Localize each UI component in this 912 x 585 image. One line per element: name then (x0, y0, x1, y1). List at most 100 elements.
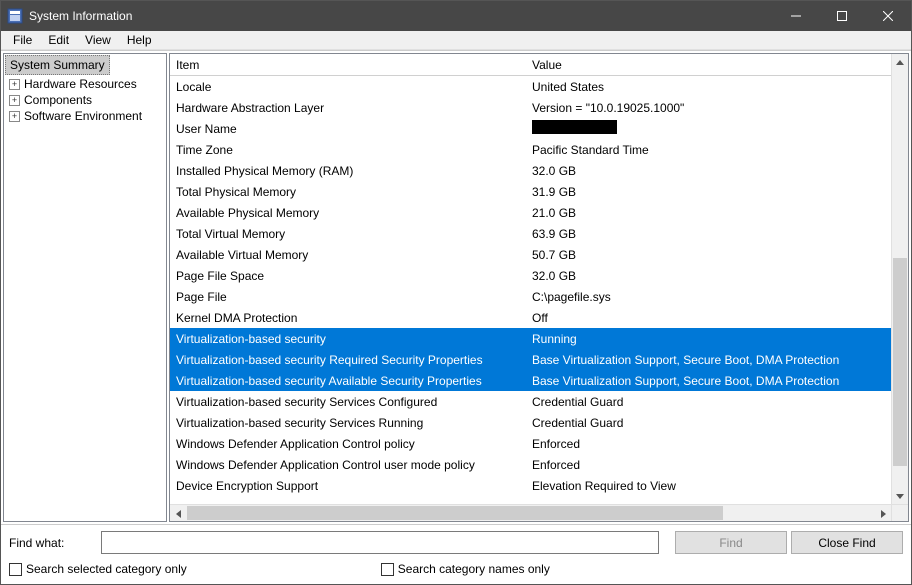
scrollbar-track[interactable] (187, 505, 874, 521)
window-title: System Information (29, 9, 773, 23)
cell-value: 31.9 GB (526, 185, 891, 199)
list-row[interactable]: Windows Defender Application Control use… (170, 454, 891, 475)
list-viewport: Item Value LocaleUnited StatesHardware A… (170, 54, 891, 521)
tree-label: Hardware Resources (24, 77, 137, 91)
close-button[interactable] (865, 1, 911, 31)
list-body[interactable]: LocaleUnited StatesHardware Abstraction … (170, 76, 891, 504)
checkbox-label: Search category names only (398, 562, 550, 576)
checkbox-icon[interactable] (9, 563, 22, 576)
list-row[interactable]: Windows Defender Application Control pol… (170, 433, 891, 454)
tree-label: Components (24, 93, 92, 107)
tree-label: Software Environment (24, 109, 142, 123)
cell-item: Hardware Abstraction Layer (170, 101, 526, 115)
list-row[interactable]: Available Physical Memory21.0 GB (170, 202, 891, 223)
tree-node-software[interactable]: + Software Environment (5, 108, 165, 124)
cell-item: Virtualization-based security (170, 332, 526, 346)
cell-value: Elevation Required to View (526, 479, 891, 493)
expand-icon[interactable]: + (9, 111, 20, 122)
cell-value: 21.0 GB (526, 206, 891, 220)
scroll-right-icon[interactable] (874, 505, 891, 521)
find-input[interactable] (101, 531, 659, 554)
tree-node-components[interactable]: + Components (5, 92, 165, 108)
menu-file[interactable]: File (5, 32, 40, 48)
details-list: Item Value LocaleUnited StatesHardware A… (169, 53, 909, 522)
list-row[interactable]: Total Virtual Memory63.9 GB (170, 223, 891, 244)
scroll-left-icon[interactable] (170, 505, 187, 521)
list-row[interactable]: Virtualization-based securityRunning (170, 328, 891, 349)
scrollbar-thumb[interactable] (187, 506, 723, 520)
list-row[interactable]: Virtualization-based security Required S… (170, 349, 891, 370)
cell-value: 50.7 GB (526, 248, 891, 262)
cell-value (526, 120, 891, 137)
list-row[interactable]: Virtualization-based security Available … (170, 370, 891, 391)
list-row[interactable]: Hardware Abstraction LayerVersion = "10.… (170, 97, 891, 118)
scrollbar-thumb[interactable] (893, 258, 907, 466)
find-panel: Find what: Find Close Find Search select… (1, 524, 911, 584)
cell-item: Page File (170, 290, 526, 304)
cell-value: Credential Guard (526, 395, 891, 409)
cell-item: Virtualization-based security Services R… (170, 416, 526, 430)
list-row[interactable]: Device Encryption SupportElevation Requi… (170, 475, 891, 496)
app-window: System Information File Edit View Help S… (0, 0, 912, 585)
list-row[interactable]: Time ZonePacific Standard Time (170, 139, 891, 160)
cell-value: Pacific Standard Time (526, 143, 891, 157)
cell-value: 32.0 GB (526, 164, 891, 178)
menu-help[interactable]: Help (119, 32, 160, 48)
content-area: System Summary + Hardware Resources + Co… (1, 50, 911, 524)
list-row[interactable]: LocaleUnited States (170, 76, 891, 97)
cell-item: Total Virtual Memory (170, 227, 526, 241)
expand-icon[interactable]: + (9, 79, 20, 90)
checkbox-icon[interactable] (381, 563, 394, 576)
cell-item: Virtualization-based security Required S… (170, 353, 526, 367)
list-row[interactable]: Page File Space32.0 GB (170, 265, 891, 286)
cell-value: Enforced (526, 458, 891, 472)
list-row[interactable]: Installed Physical Memory (RAM)32.0 GB (170, 160, 891, 181)
list-row[interactable]: Available Virtual Memory50.7 GB (170, 244, 891, 265)
menu-view[interactable]: View (77, 32, 119, 48)
expand-icon[interactable]: + (9, 95, 20, 106)
cell-value: Running (526, 332, 891, 346)
list-row[interactable]: Virtualization-based security Services C… (170, 391, 891, 412)
cell-item: Windows Defender Application Control use… (170, 458, 526, 472)
cell-item: Windows Defender Application Control pol… (170, 437, 526, 451)
check-selected-category[interactable]: Search selected category only (9, 562, 187, 576)
column-header-value[interactable]: Value (526, 56, 891, 74)
check-category-names[interactable]: Search category names only (381, 562, 550, 576)
cell-item: Virtualization-based security Available … (170, 374, 526, 388)
cell-value: Enforced (526, 437, 891, 451)
menu-edit[interactable]: Edit (40, 32, 77, 48)
list-row[interactable]: Page FileC:\pagefile.sys (170, 286, 891, 307)
cell-item: Device Encryption Support (170, 479, 526, 493)
list-row[interactable]: Kernel DMA ProtectionOff (170, 307, 891, 328)
column-header-item[interactable]: Item (170, 56, 526, 74)
scroll-up-icon[interactable] (892, 54, 908, 71)
vertical-scrollbar[interactable] (891, 54, 908, 521)
cell-value: 32.0 GB (526, 269, 891, 283)
tree-root[interactable]: System Summary (5, 55, 110, 75)
cell-item: Time Zone (170, 143, 526, 157)
cell-item: Installed Physical Memory (RAM) (170, 164, 526, 178)
cell-value: Base Virtualization Support, Secure Boot… (526, 374, 891, 388)
cell-value: Version = "10.0.19025.1000" (526, 101, 891, 115)
maximize-button[interactable] (819, 1, 865, 31)
category-tree[interactable]: System Summary + Hardware Resources + Co… (3, 53, 167, 522)
menu-bar: File Edit View Help (1, 31, 911, 50)
cell-item: Available Virtual Memory (170, 248, 526, 262)
tree-node-hardware[interactable]: + Hardware Resources (5, 76, 165, 92)
find-button[interactable]: Find (675, 531, 787, 554)
cell-value: 63.9 GB (526, 227, 891, 241)
cell-item: Total Physical Memory (170, 185, 526, 199)
title-bar[interactable]: System Information (1, 1, 911, 31)
cell-item: Virtualization-based security Services C… (170, 395, 526, 409)
cell-value: Base Virtualization Support, Secure Boot… (526, 353, 891, 367)
list-row[interactable]: Virtualization-based security Services R… (170, 412, 891, 433)
scroll-down-icon[interactable] (892, 487, 908, 504)
scrollbar-track[interactable] (892, 71, 908, 487)
list-row[interactable]: User Name (170, 118, 891, 139)
find-label: Find what: (9, 536, 101, 550)
horizontal-scrollbar[interactable] (170, 504, 891, 521)
minimize-button[interactable] (773, 1, 819, 31)
close-find-button[interactable]: Close Find (791, 531, 903, 554)
window-controls (773, 1, 911, 31)
list-row[interactable]: Total Physical Memory31.9 GB (170, 181, 891, 202)
